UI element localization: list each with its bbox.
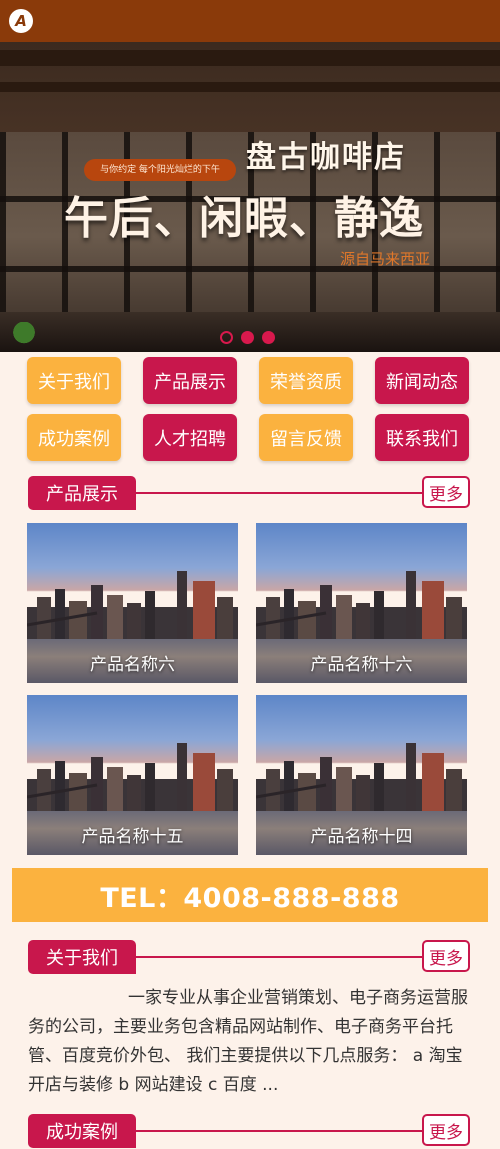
- hero-banner[interactable]: 与你约定 每个阳光灿烂的下午 盘古咖啡店 午后、闲暇、静逸 源自马来西亚: [0, 42, 500, 352]
- about-description: 一家专业从事企业营销策划、电子商务运营服务的公司，主要业务包含精品网站制作、电子…: [28, 988, 468, 1095]
- nav-about-button[interactable]: 关于我们: [27, 357, 121, 404]
- product-name: 产品名称十六: [310, 655, 413, 675]
- ceiling-beam: [0, 82, 500, 92]
- ceiling-beam: [0, 50, 500, 66]
- product-card[interactable]: 产品名称十五: [27, 695, 238, 855]
- carousel-dot[interactable]: [262, 331, 275, 344]
- section-title: 成功案例: [28, 1114, 136, 1148]
- section-divider: [136, 1130, 422, 1132]
- nav-feedback-button[interactable]: 留言反馈: [259, 414, 353, 461]
- banner-headline: 午后、闲暇、静逸: [64, 193, 424, 244]
- nav-cases-button[interactable]: 成功案例: [27, 414, 121, 461]
- nav-contact-button[interactable]: 联系我们: [375, 414, 469, 461]
- products-section-header: 产品展示 更多: [28, 476, 470, 510]
- more-button[interactable]: 更多: [422, 476, 470, 508]
- banner-source: 源自马来西亚: [340, 250, 431, 268]
- more-button[interactable]: 更多: [422, 940, 470, 972]
- plant-image: [6, 322, 42, 348]
- cases-section-header: 成功案例 更多: [28, 1114, 470, 1148]
- nav-honors-button[interactable]: 荣誉资质: [259, 357, 353, 404]
- about-section-header: 关于我们 更多: [28, 940, 470, 974]
- city-skyline-image: [27, 743, 238, 815]
- product-card[interactable]: 产品名称六: [27, 523, 238, 683]
- city-skyline-image: [27, 571, 238, 643]
- section-divider: [136, 492, 422, 494]
- city-skyline-image: [256, 743, 467, 815]
- banner-tagline: 与你约定 每个阳光灿烂的下午: [84, 159, 236, 181]
- product-card[interactable]: 产品名称十四: [256, 695, 467, 855]
- carousel-dot[interactable]: [220, 331, 233, 344]
- carousel-dot[interactable]: [241, 331, 254, 344]
- product-name: 产品名称十四: [310, 827, 413, 847]
- more-button[interactable]: 更多: [422, 1114, 470, 1146]
- top-bar: A: [0, 0, 500, 42]
- carousel-dots: [220, 331, 284, 345]
- telephone-banner[interactable]: TEL：4008-888-888: [12, 868, 488, 922]
- nav-grid: 关于我们 产品展示 荣誉资质 新闻动态 成功案例 人才招聘 留言反馈 联系我们: [27, 357, 470, 461]
- nav-products-button[interactable]: 产品展示: [143, 357, 237, 404]
- product-name: 产品名称六: [90, 655, 175, 675]
- banner-shop-name: 盘古咖啡店: [246, 140, 406, 175]
- nav-news-button[interactable]: 新闻动态: [375, 357, 469, 404]
- section-title: 产品展示: [28, 476, 136, 510]
- section-title: 关于我们: [28, 940, 136, 974]
- nav-jobs-button[interactable]: 人才招聘: [143, 414, 237, 461]
- product-name: 产品名称十五: [81, 827, 184, 847]
- section-divider: [136, 956, 422, 958]
- city-skyline-image: [256, 571, 467, 643]
- logo[interactable]: A: [9, 9, 33, 33]
- product-card[interactable]: 产品名称十六: [256, 523, 467, 683]
